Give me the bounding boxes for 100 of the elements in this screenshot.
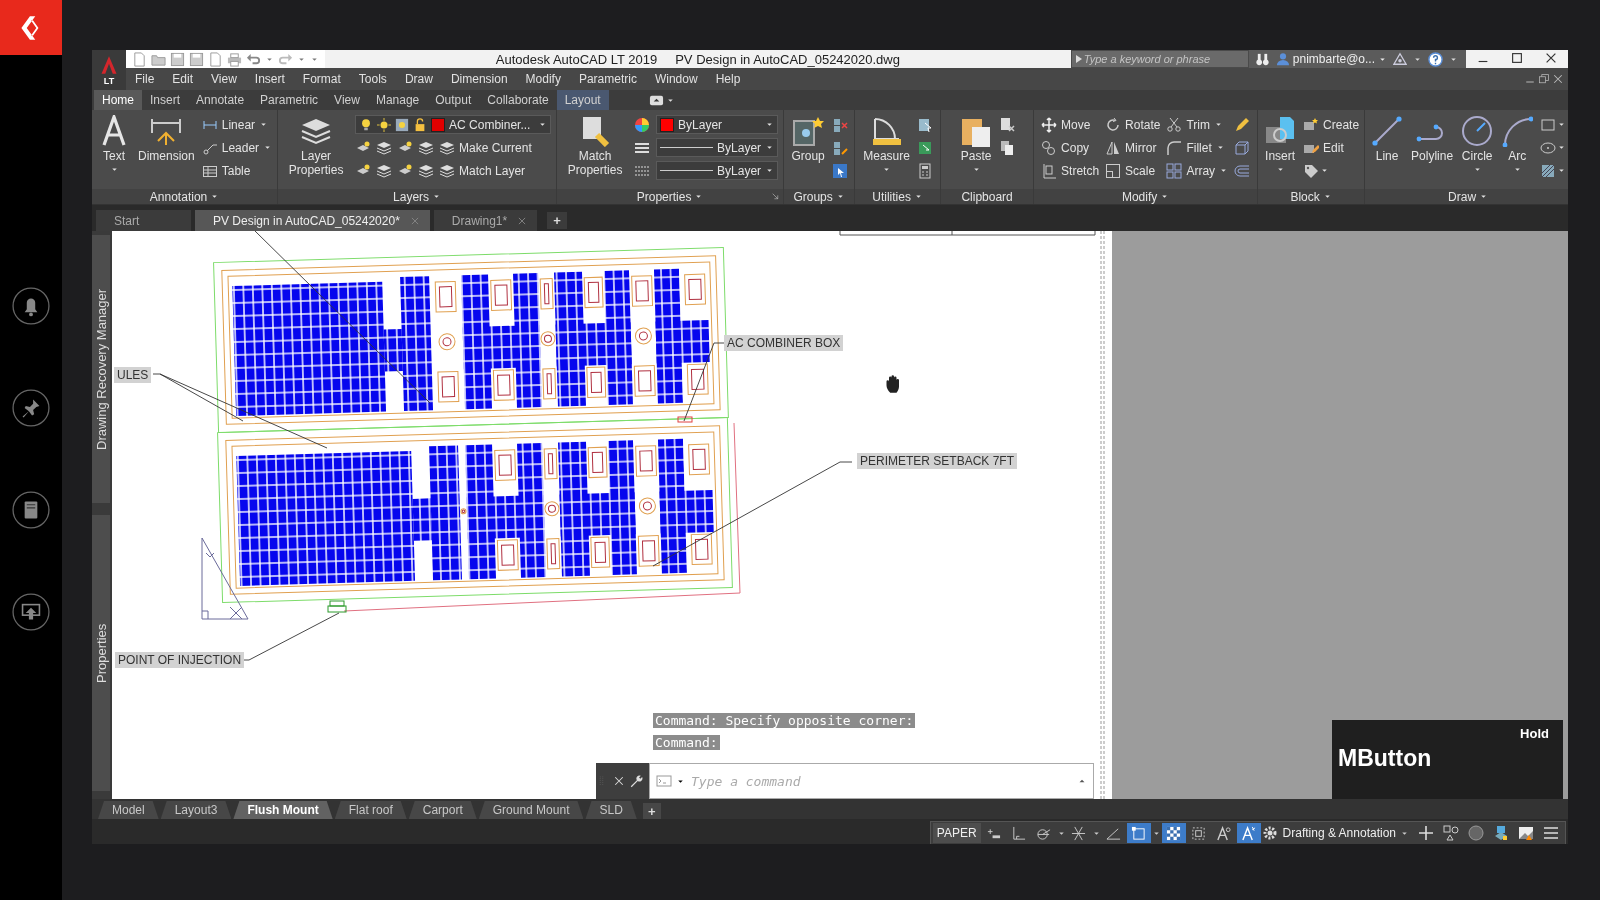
ribbon-tool-button[interactable]: Circle — [1460, 113, 1495, 176]
pushpin-icon[interactable] — [12, 389, 50, 427]
layers-icon[interactable] — [418, 139, 435, 156]
ribbon-tool-button[interactable]: Dimension — [137, 113, 196, 165]
ribbon-tool-button[interactable]: Line — [1370, 113, 1405, 165]
ribbon-tool-button[interactable]: Arc — [1500, 113, 1535, 176]
menu-item[interactable]: File — [126, 72, 164, 86]
panel-title[interactable]: Draw — [1448, 189, 1477, 204]
ribbon-tool-button[interactable]: Insert — [1263, 113, 1298, 176]
wrench-icon[interactable] — [629, 774, 643, 788]
undo-icon[interactable] — [246, 51, 261, 67]
ribbon-tool-button[interactable]: Mirror — [1105, 136, 1161, 159]
copy-doc-icon[interactable] — [999, 139, 1016, 156]
ribbon-tool-button[interactable]: Rotate — [1105, 113, 1161, 136]
menu-item[interactable]: View — [202, 72, 246, 86]
status-toggle-button[interactable] — [1126, 823, 1151, 843]
color-wheel-icon[interactable] — [634, 116, 651, 133]
square-cursor-icon[interactable] — [831, 162, 848, 179]
property-dropdown[interactable]: ByLayer — [656, 138, 779, 157]
ribbon-tool-button[interactable]: Linear — [201, 113, 273, 136]
layers-icon[interactable] — [418, 162, 435, 179]
ribbon-tool-button[interactable]: Leader — [201, 136, 273, 159]
menu-item[interactable]: Parametric — [569, 72, 646, 86]
document-tab[interactable]: Start — [96, 210, 191, 231]
ribbon-tab[interactable]: Insert — [142, 90, 189, 110]
ribbon-tool-button[interactable]: Match Properties — [562, 113, 629, 179]
floppy-icon[interactable] — [189, 51, 204, 67]
ribbon-tool-button[interactable]: Measure — [862, 113, 911, 176]
sheet-tab[interactable]: Model — [98, 801, 159, 819]
new-tab-button[interactable]: + — [547, 212, 568, 229]
calculator-icon[interactable] — [916, 162, 933, 179]
search-field[interactable]: Type a keyword or phrase — [1083, 53, 1234, 65]
close-icon[interactable] — [1544, 51, 1558, 65]
menu-item[interactable]: Window — [645, 72, 707, 86]
layer-dropdown[interactable]: AC Combiner... — [355, 115, 552, 134]
ribbon-tool-button[interactable]: Scale — [1105, 159, 1161, 182]
close-icon[interactable] — [613, 775, 625, 787]
paper-space-button[interactable]: PAPER — [932, 823, 981, 843]
ribbon-tool-button[interactable]: Match Layer — [439, 159, 526, 182]
ribbon-tool-button[interactable]: Paste — [959, 113, 994, 176]
ribbon-tool-button[interactable]: Layer Properties — [283, 113, 350, 179]
status-toggle-button[interactable] — [1161, 823, 1186, 843]
property-dropdown[interactable]: ByLayer — [656, 161, 779, 180]
sheet-tab[interactable]: Flat roof — [334, 801, 407, 819]
binoculars-icon[interactable] — [1254, 51, 1270, 67]
ribbon-tool-button[interactable]: Copy — [1041, 136, 1100, 159]
ribbon-tool-button[interactable]: Stretch — [1041, 159, 1100, 182]
ribbon-tool-button[interactable]: Array — [1166, 159, 1229, 182]
ribbon-tool-button[interactable]: Trim — [1166, 113, 1229, 136]
menu-item[interactable]: Edit — [163, 72, 203, 86]
new-layout-button[interactable]: + — [642, 803, 661, 819]
application-menu-button[interactable]: LT — [92, 50, 126, 90]
layers-icon[interactable] — [376, 162, 393, 179]
picture-warning-icon[interactable] — [1518, 825, 1534, 841]
ribbon-tool-button[interactable]: Group — [790, 113, 826, 165]
layers-icon[interactable] — [376, 139, 393, 156]
workspace-button[interactable]: Drafting & Annotation — [1278, 826, 1413, 840]
document-tab[interactable]: Drawing1* — [433, 210, 538, 231]
ribbon-tool-button[interactable]: Table — [201, 159, 273, 182]
sheet-tab[interactable]: Carport — [408, 801, 477, 819]
sheet-tab[interactable]: SLD — [585, 801, 637, 819]
search-box[interactable]: Type a keyword or phrase — [1070, 50, 1249, 68]
menu-item[interactable]: Draw — [395, 72, 442, 86]
ribbon-tab[interactable]: Collaborate — [479, 90, 557, 110]
gear-icon[interactable] — [1261, 825, 1278, 841]
menu-item[interactable]: Insert — [245, 72, 294, 86]
ribbon-tool-button[interactable]: Text — [97, 113, 131, 176]
hamburger-icon[interactable] — [1543, 825, 1559, 841]
ribbon-tab[interactable]: Layout — [556, 90, 609, 110]
shapes-icon[interactable] — [1443, 825, 1459, 841]
app-logo[interactable] — [0, 0, 62, 55]
ribbon-tool-button[interactable]: Move — [1041, 113, 1100, 136]
palette-tab[interactable]: Drawing Recovery Manager — [92, 235, 110, 503]
quick-select-icon[interactable] — [916, 116, 933, 133]
sheet-tab[interactable]: Layout3 — [160, 801, 232, 819]
plus-icon[interactable] — [1418, 825, 1434, 841]
maximize-icon[interactable] — [1510, 51, 1524, 65]
panel-title[interactable]: Modify — [1121, 189, 1158, 204]
pencil-icon[interactable] — [1234, 116, 1251, 133]
sheet-tab[interactable]: Flush Mount — [233, 801, 333, 819]
offset-icon[interactable] — [1234, 162, 1251, 179]
ribbon-tab[interactable]: Output — [427, 90, 480, 110]
menu-item[interactable]: Format — [293, 72, 350, 86]
ribbon-tab[interactable]: View — [326, 90, 368, 110]
help-icon[interactable] — [1428, 51, 1443, 67]
ribbon-tool-button[interactable]: Fillet — [1166, 136, 1229, 159]
ribbon-tab[interactable]: Home — [94, 90, 142, 110]
restore-icon[interactable] — [1538, 73, 1550, 85]
ribbon-tool-button[interactable]: Polyline — [1410, 113, 1455, 165]
ribbon-tab[interactable]: Annotate — [188, 90, 253, 110]
menu-item[interactable]: Help — [706, 72, 750, 86]
book-icon[interactable] — [12, 491, 50, 529]
ribbon-tool-button[interactable]: Make Current — [439, 136, 532, 159]
floppy-icon[interactable] — [170, 51, 185, 67]
property-dropdown[interactable]: ByLayer — [656, 115, 779, 134]
bell-icon[interactable] — [12, 287, 50, 325]
menu-item[interactable]: Tools — [349, 72, 396, 86]
status-toggle-button[interactable] — [1236, 823, 1261, 843]
menu-item[interactable]: Modify — [516, 72, 570, 86]
command-input[interactable]: Type a command — [689, 764, 1073, 798]
